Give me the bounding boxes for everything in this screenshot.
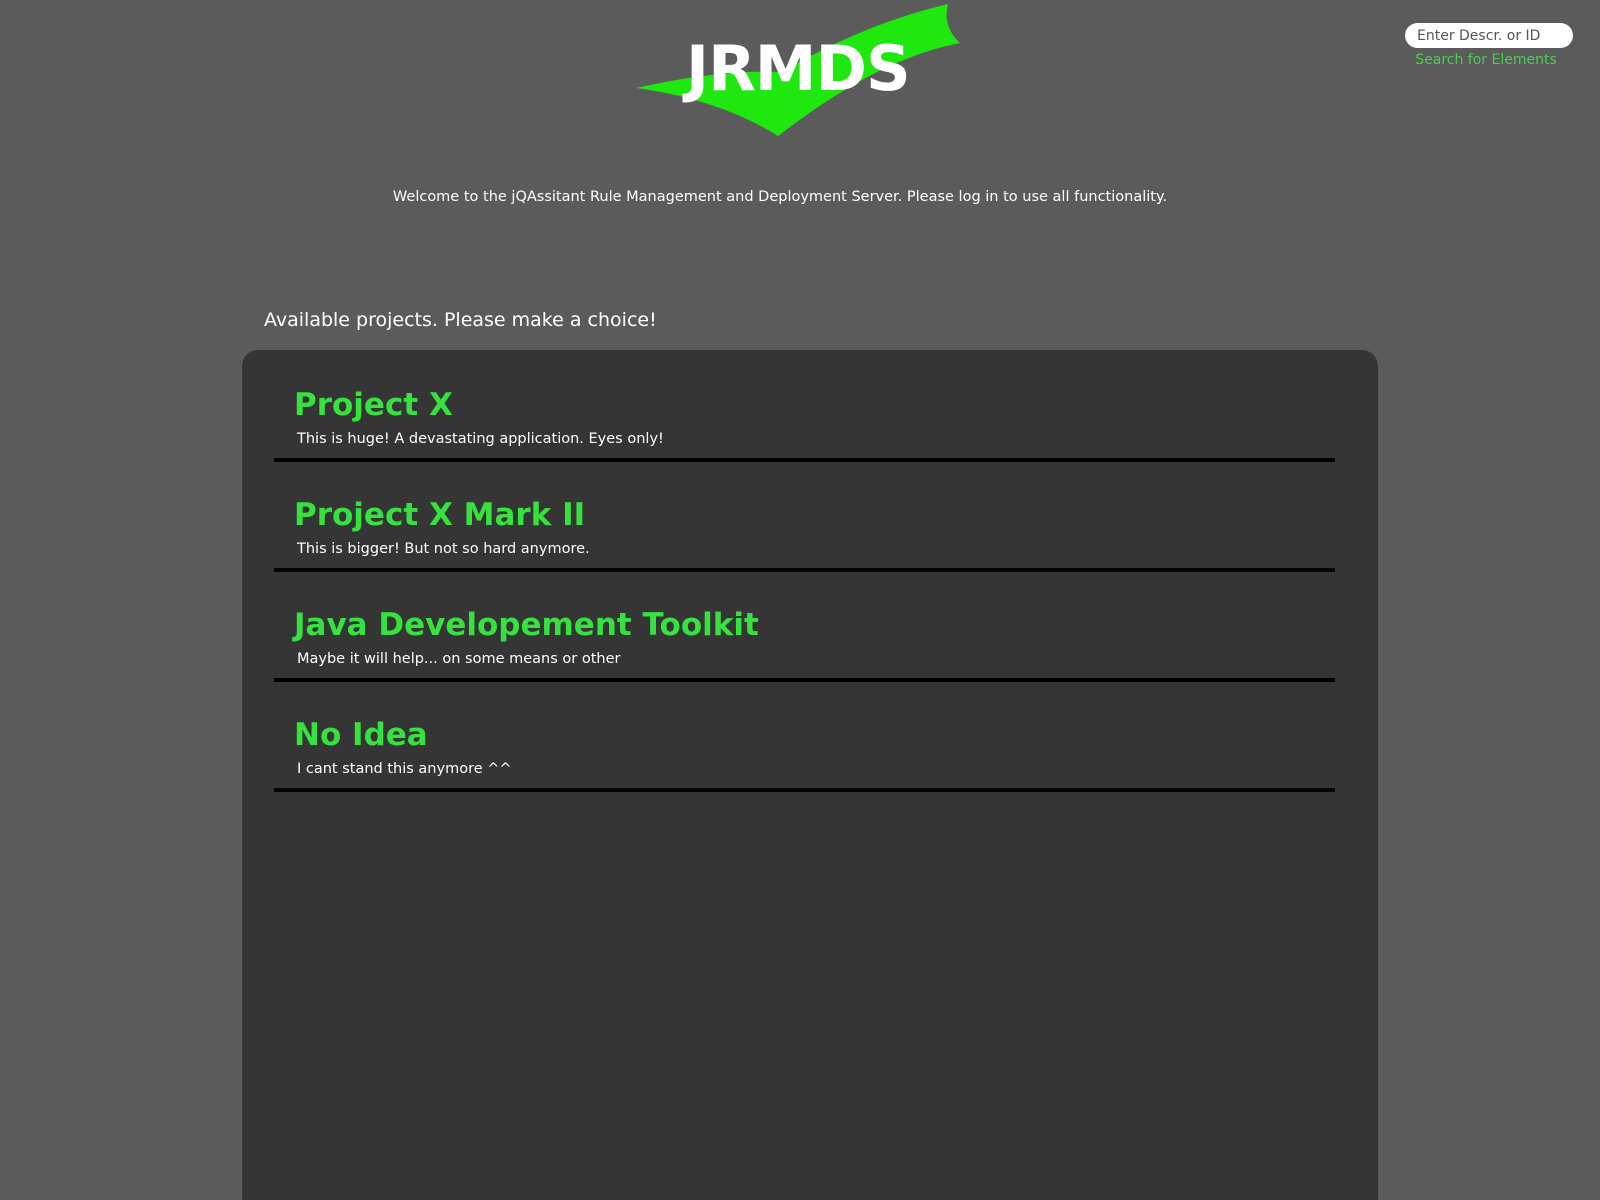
project-description: I cant stand this anymore ^^ bbox=[297, 761, 512, 777]
project-description: Maybe it will help... on some means or o… bbox=[297, 651, 621, 667]
project-item-no-idea[interactable]: No Idea I cant stand this anymore ^^ bbox=[274, 680, 1335, 792]
page: JRMDS Search for Elements Welcome to the… bbox=[0, 0, 1600, 1200]
logo-text: JRMDS bbox=[686, 32, 911, 105]
project-title[interactable]: No Idea bbox=[294, 718, 428, 752]
project-title[interactable]: Java Developement Toolkit bbox=[294, 608, 759, 642]
project-item-project-x[interactable]: Project X This is huge! A devastating ap… bbox=[274, 350, 1335, 462]
project-item-project-x-mark-ii[interactable]: Project X Mark II This is bigger! But no… bbox=[274, 460, 1335, 572]
project-description: This is huge! A devastating application.… bbox=[297, 431, 664, 447]
project-title[interactable]: Project X Mark II bbox=[294, 498, 585, 532]
jrmds-logo[interactable]: JRMDS bbox=[630, 0, 970, 140]
project-title[interactable]: Project X bbox=[294, 388, 453, 422]
welcome-message: Welcome to the jQAssitant Rule Managemen… bbox=[392, 189, 1168, 205]
project-description: This is bigger! But not so hard anymore. bbox=[297, 541, 590, 557]
projects-heading: Available projects. Please make a choice… bbox=[264, 309, 657, 331]
projects-panel: Project X This is huge! A devastating ap… bbox=[242, 350, 1378, 1200]
search-for-elements-link[interactable]: Search for Elements bbox=[1405, 52, 1567, 68]
search-input[interactable] bbox=[1405, 23, 1573, 48]
project-item-java-developement-toolkit[interactable]: Java Developement Toolkit Maybe it will … bbox=[274, 570, 1335, 682]
